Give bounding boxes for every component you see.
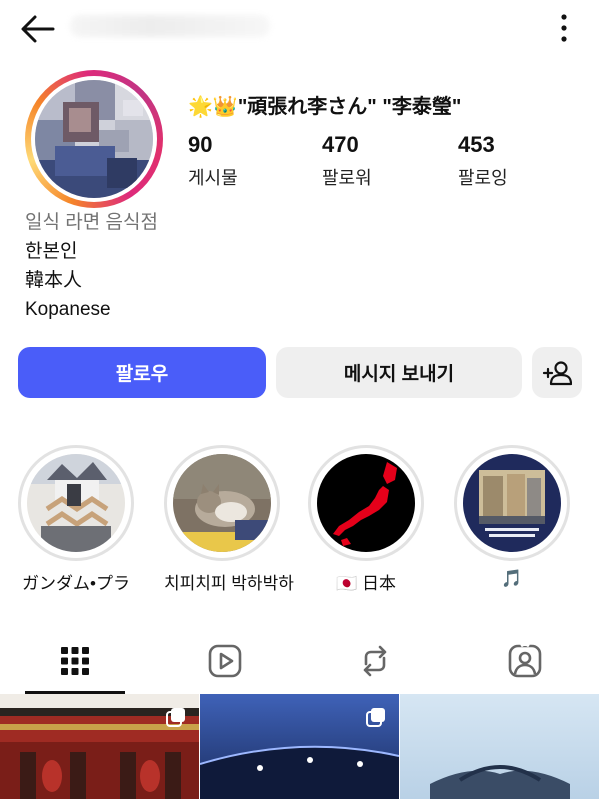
back-button[interactable] <box>18 8 58 48</box>
post-thumbnail[interactable] <box>200 694 399 799</box>
tab-posts-grid[interactable] <box>0 628 150 694</box>
highlight-gundam[interactable]: ガンダム•プラ <box>18 445 134 594</box>
posts-count: 90 게시물 <box>188 132 238 188</box>
followers-count[interactable]: 470 팔로워 <box>322 132 372 190</box>
message-button[interactable]: 메시지 보내기 <box>276 347 522 398</box>
avatar <box>35 80 153 198</box>
highlight-cover-image <box>27 454 125 552</box>
tab-tagged[interactable] <box>450 628 600 694</box>
bio-line: 한본인 <box>25 241 78 262</box>
arrow-left-icon <box>21 15 55 43</box>
highlight-cover-image <box>173 454 271 552</box>
more-options-button[interactable] <box>550 10 578 46</box>
profile-category: 일식 라면 음식점 <box>25 212 158 233</box>
bio-line: 韓本人 <box>25 270 83 291</box>
highlight-japan[interactable]: 🇯🇵 日本 <box>308 445 424 594</box>
multiple-posts-icon <box>366 708 385 727</box>
display-name: 🌟👑"頑張れ李さん" "李泰瑩" <box>188 94 462 118</box>
music-note-icon: 🎵 <box>501 569 523 588</box>
reposts-icon <box>363 645 387 677</box>
following-count[interactable]: 453 팔로잉 <box>458 132 508 190</box>
tagged-icon <box>508 643 542 678</box>
highlight-music[interactable]: 🎵 <box>454 445 570 589</box>
highlight-cover-image <box>317 454 415 552</box>
grid-icon <box>61 647 89 675</box>
profile-avatar-story-ring[interactable] <box>25 70 163 208</box>
reels-icon <box>208 644 242 678</box>
highlight-cover-image <box>463 454 561 552</box>
bio-line: Kopanese <box>25 299 111 320</box>
tab-reposts[interactable] <box>300 628 450 694</box>
follow-button[interactable]: 팔로우 <box>18 347 266 398</box>
multiple-posts-icon <box>166 708 185 727</box>
star-crown-emoji: 🌟👑 <box>188 94 238 118</box>
post-thumbnail[interactable] <box>0 694 199 799</box>
username-blurred <box>70 15 270 37</box>
posts-grid <box>0 694 600 799</box>
profile-tabs <box>0 628 600 694</box>
suggested-accounts-button[interactable] <box>532 347 582 398</box>
add-person-icon <box>542 360 572 385</box>
highlight-cat[interactable]: 치피치피 박하박하 <box>164 445 294 594</box>
top-bar <box>0 0 600 56</box>
post-thumbnail[interactable] <box>400 694 599 799</box>
tab-reels[interactable] <box>150 628 300 694</box>
profile-bio: 일식 라면 음식점 한본인 韓本人 Kopanese <box>25 208 158 324</box>
japan-flag-icon: 🇯🇵 <box>336 574 358 593</box>
more-vertical-icon <box>561 14 567 42</box>
